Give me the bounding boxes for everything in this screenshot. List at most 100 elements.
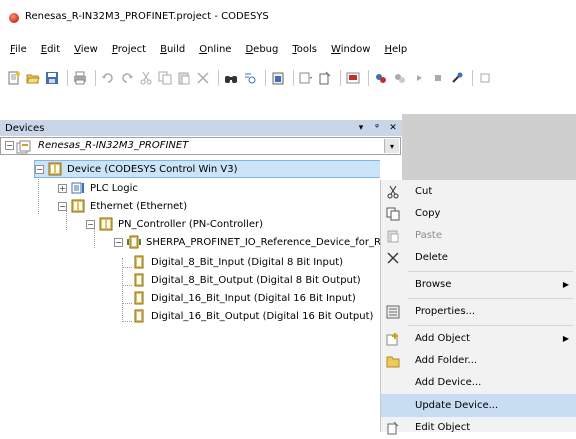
tree-node-label: Digital_16_Bit_Output (Digital 16 Bit Ou… xyxy=(151,310,374,322)
menu-item-paste[interactable]: Paste xyxy=(381,224,576,247)
codesys-logo-icon xyxy=(9,13,19,23)
new-project-icon[interactable] xyxy=(6,70,22,86)
cut-icon xyxy=(381,180,404,203)
menu-item-properties[interactable]: Properties... xyxy=(381,300,576,323)
submenu-arrow-icon: ▶ xyxy=(562,280,569,289)
devices-panel-title: Devices xyxy=(5,122,45,134)
menu-item-copy[interactable]: Copy xyxy=(381,202,576,225)
menu-item-label: Browse xyxy=(415,279,452,290)
devices-panel-header: Devices ▾ ᵠ ✕ xyxy=(0,120,402,136)
menu-item-label: Paste xyxy=(415,230,442,241)
project-icon xyxy=(16,140,32,157)
delete-icon xyxy=(381,246,404,269)
edit-object-icon[interactable] xyxy=(317,70,333,86)
menu-tools[interactable]: Tools xyxy=(286,44,325,55)
menu-debug[interactable]: Debug xyxy=(239,44,286,55)
delete-icon[interactable] xyxy=(195,70,211,86)
tree-guide-line xyxy=(122,321,132,322)
chevron-down-icon[interactable]: ▾ xyxy=(384,139,399,153)
edit-object-icon xyxy=(381,416,404,439)
menu-item-browse[interactable]: Browse ▶ xyxy=(381,273,576,296)
submenu-arrow-icon: ▶ xyxy=(562,334,569,343)
module-icon xyxy=(132,273,148,287)
replace-icon[interactable] xyxy=(242,70,258,86)
breakpoint-icon[interactable] xyxy=(477,70,493,86)
close-icon[interactable]: ✕ xyxy=(386,123,400,133)
menu-item-delete[interactable]: Delete xyxy=(381,246,576,269)
collapse-icon[interactable]: − xyxy=(5,141,14,150)
menu-item-edit-object[interactable]: Edit Object xyxy=(381,416,576,439)
tree-node-device[interactable]: − Device (CODESYS Control Win V3) xyxy=(34,160,380,178)
tree-node-label: Ethernet (Ethernet) xyxy=(90,200,188,212)
tree-node-module[interactable]: Digital_16_Bit_Output (Digital 16 Bit Ou… xyxy=(132,307,373,325)
project-name: Renesas_R-IN32M3_PROFINET xyxy=(38,140,189,151)
context-menu: Cut Copy Paste Delete Browse ▶ Propertie… xyxy=(380,180,576,434)
collapse-icon[interactable]: − xyxy=(114,237,123,247)
collapse-icon[interactable]: − xyxy=(86,219,95,229)
panel-strip xyxy=(0,89,576,114)
menu-project[interactable]: Project xyxy=(106,44,154,55)
menu-item-add-folder[interactable]: Add Folder... xyxy=(381,349,576,372)
menu-item-update-device[interactable]: Update Device... xyxy=(381,394,576,417)
toolbar-separator xyxy=(218,70,219,86)
print-icon[interactable] xyxy=(72,70,88,86)
stop-icon[interactable] xyxy=(430,70,446,86)
toolbar-separator xyxy=(340,70,341,86)
paste-icon[interactable] xyxy=(176,70,192,86)
menu-item-add-device[interactable]: Add Device... xyxy=(381,371,576,394)
toolbar-separator xyxy=(67,70,68,86)
menu-file[interactable]: File xyxy=(4,44,35,55)
open-project-icon[interactable] xyxy=(25,70,41,86)
menu-separator xyxy=(408,298,573,299)
object-dropdown-icon[interactable] xyxy=(298,70,314,86)
menu-separator xyxy=(408,325,573,326)
pin-icon[interactable]: ᵠ xyxy=(370,123,384,133)
save-icon[interactable] xyxy=(44,70,60,86)
login-screen-icon[interactable] xyxy=(345,70,361,86)
login-icon[interactable] xyxy=(373,70,389,86)
ethernet-icon xyxy=(71,199,87,213)
paste-icon xyxy=(381,224,404,247)
redo-icon[interactable] xyxy=(119,70,135,86)
menu-build[interactable]: Build xyxy=(154,44,193,55)
tree-node-module[interactable]: Digital_8_Bit_Input (Digital 8 Bit Input… xyxy=(132,253,343,271)
menu-online[interactable]: Online xyxy=(193,44,239,55)
cut-icon[interactable] xyxy=(138,70,154,86)
tree-node-label: Device (CODESYS Control Win V3) xyxy=(67,163,238,175)
reset-icon[interactable] xyxy=(449,70,465,86)
tree-node-label: Digital_16_Bit_Input (Digital 16 Bit Inp… xyxy=(151,292,356,304)
collapse-icon[interactable]: − xyxy=(35,164,44,174)
menu-edit[interactable]: Edit xyxy=(35,44,68,55)
menu-help[interactable]: Help xyxy=(378,44,415,55)
tree-node-ethernet[interactable]: − Ethernet (Ethernet) xyxy=(58,197,187,215)
tree-node-plc-logic[interactable]: + PLC Logic xyxy=(58,179,138,197)
menu-item-label: Add Object xyxy=(415,333,471,344)
tree-node-module[interactable]: Digital_16_Bit_Input (Digital 16 Bit Inp… xyxy=(132,289,356,307)
update-device-icon xyxy=(381,394,404,417)
module-icon xyxy=(132,255,148,269)
menu-window[interactable]: Window xyxy=(325,44,378,55)
menu-item-label: Add Folder... xyxy=(415,355,478,366)
title-bar: Renesas_R-IN32M3_PROFINET.project - CODE… xyxy=(0,0,576,34)
module-icon xyxy=(132,291,148,305)
tree-node-pn-controller[interactable]: − PN_Controller (PN-Controller) xyxy=(86,215,263,233)
tree-node-module[interactable]: Digital_8_Bit_Output (Digital 8 Bit Outp… xyxy=(132,271,361,289)
expand-icon[interactable]: + xyxy=(58,183,67,193)
copy-icon[interactable] xyxy=(157,70,173,86)
clipboard-icon[interactable] xyxy=(270,70,286,86)
menu-item-cut[interactable]: Cut xyxy=(381,180,576,203)
tree-node-sherpa-device[interactable]: − SHERPA_PROFINET_IO_Reference_Device_fo… xyxy=(114,233,380,251)
logout-icon[interactable] xyxy=(392,70,408,86)
copy-icon xyxy=(381,202,404,225)
collapse-icon[interactable]: − xyxy=(58,201,67,211)
project-tree-root[interactable]: − Renesas_R-IN32M3_PROFINET ▾ xyxy=(0,137,401,155)
menu-view[interactable]: View xyxy=(68,44,106,55)
toolbar-separator xyxy=(265,70,266,86)
undo-icon[interactable] xyxy=(100,70,116,86)
tree-node-label: Digital_8_Bit_Input (Digital 8 Bit Input… xyxy=(151,256,344,268)
find-icon[interactable] xyxy=(223,70,239,86)
start-icon[interactable] xyxy=(411,70,427,86)
main-toolbar xyxy=(0,67,576,89)
panel-dropdown-button[interactable]: ▾ xyxy=(354,123,368,133)
menu-item-add-object[interactable]: Add Object ▶ xyxy=(381,327,576,350)
